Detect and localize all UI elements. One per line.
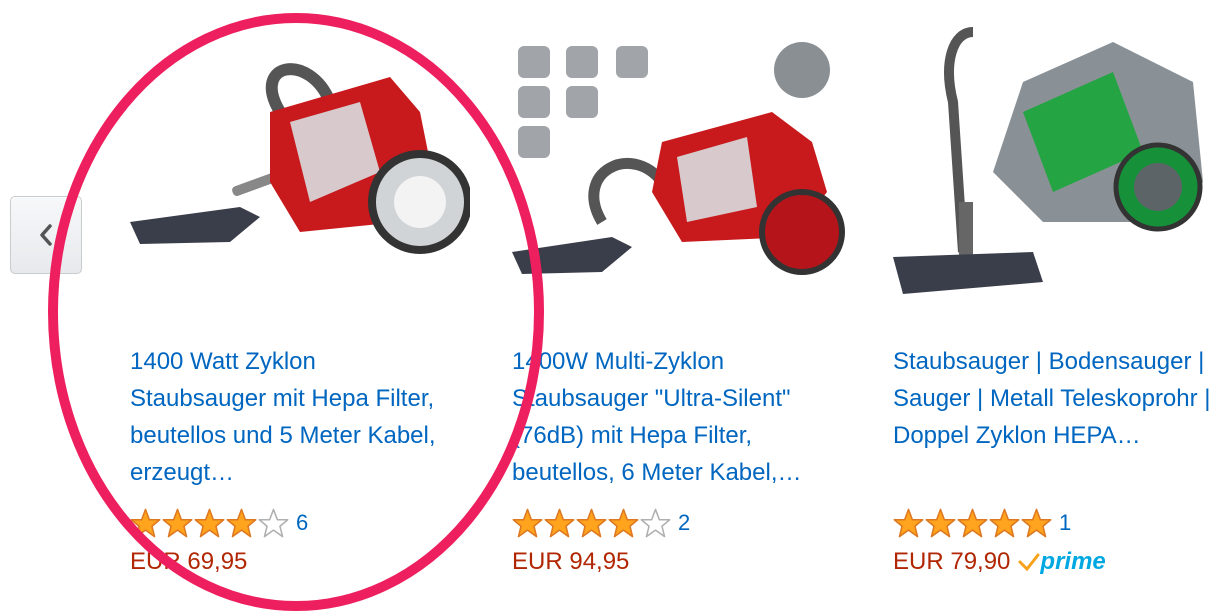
star-filled-icon xyxy=(544,508,575,538)
product-title[interactable]: 1400 Watt Zyklon Staubsauger mit Hepa Fi… xyxy=(130,343,450,491)
product-card[interactable]: 1400W Multi-Zyklon Staubsauger "Ultra-Si… xyxy=(512,0,852,612)
review-count[interactable]: 6 xyxy=(296,510,308,536)
star-filled-icon xyxy=(957,508,988,538)
product-price: EUR 94,95 xyxy=(512,548,629,576)
product-price: EUR 79,90 prime xyxy=(893,548,1106,576)
rating-stars xyxy=(130,508,290,538)
product-card[interactable]: Staubsauger | Bodensauger | Sauger | Met… xyxy=(893,0,1227,612)
star-filled-icon xyxy=(989,508,1020,538)
product-title[interactable]: 1400W Multi-Zyklon Staubsauger "Ultra-Si… xyxy=(512,343,832,491)
chevron-left-icon xyxy=(40,224,52,246)
product-card[interactable]: 1400 Watt Zyklon Staubsauger mit Hepa Fi… xyxy=(130,0,470,612)
carousel-prev-button[interactable] xyxy=(10,196,82,274)
prime-check-icon xyxy=(1018,553,1040,572)
product-rating[interactable]: 6 xyxy=(130,506,308,540)
review-count[interactable]: 2 xyxy=(678,510,690,536)
product-image[interactable] xyxy=(130,22,470,322)
price-value: EUR 69,95 xyxy=(130,548,248,575)
star-filled-icon xyxy=(162,508,193,538)
product-price: EUR 69,95 xyxy=(130,548,247,576)
product-title[interactable]: Staubsauger | Bodensauger | Sauger | Met… xyxy=(893,343,1213,454)
product-rating[interactable]: 1 xyxy=(893,506,1071,540)
star-filled-icon xyxy=(925,508,956,538)
rating-stars xyxy=(893,508,1053,538)
star-filled-icon xyxy=(512,508,543,538)
star-filled-icon xyxy=(226,508,257,538)
star-filled-icon xyxy=(893,508,924,538)
prime-badge: prime xyxy=(1018,548,1106,576)
prime-label: prime xyxy=(1040,548,1106,575)
review-count[interactable]: 1 xyxy=(1059,510,1071,536)
star-empty-icon xyxy=(258,508,289,538)
product-image[interactable] xyxy=(512,22,852,322)
star-filled-icon xyxy=(1021,508,1052,538)
star-empty-icon xyxy=(640,508,671,538)
price-value: EUR 79,90 xyxy=(893,548,1011,575)
star-filled-icon xyxy=(194,508,225,538)
star-filled-icon xyxy=(608,508,639,538)
product-rating[interactable]: 2 xyxy=(512,506,690,540)
star-filled-icon xyxy=(576,508,607,538)
star-filled-icon xyxy=(130,508,161,538)
rating-stars xyxy=(512,508,672,538)
product-image[interactable] xyxy=(893,22,1227,322)
price-value: EUR 94,95 xyxy=(512,548,630,575)
